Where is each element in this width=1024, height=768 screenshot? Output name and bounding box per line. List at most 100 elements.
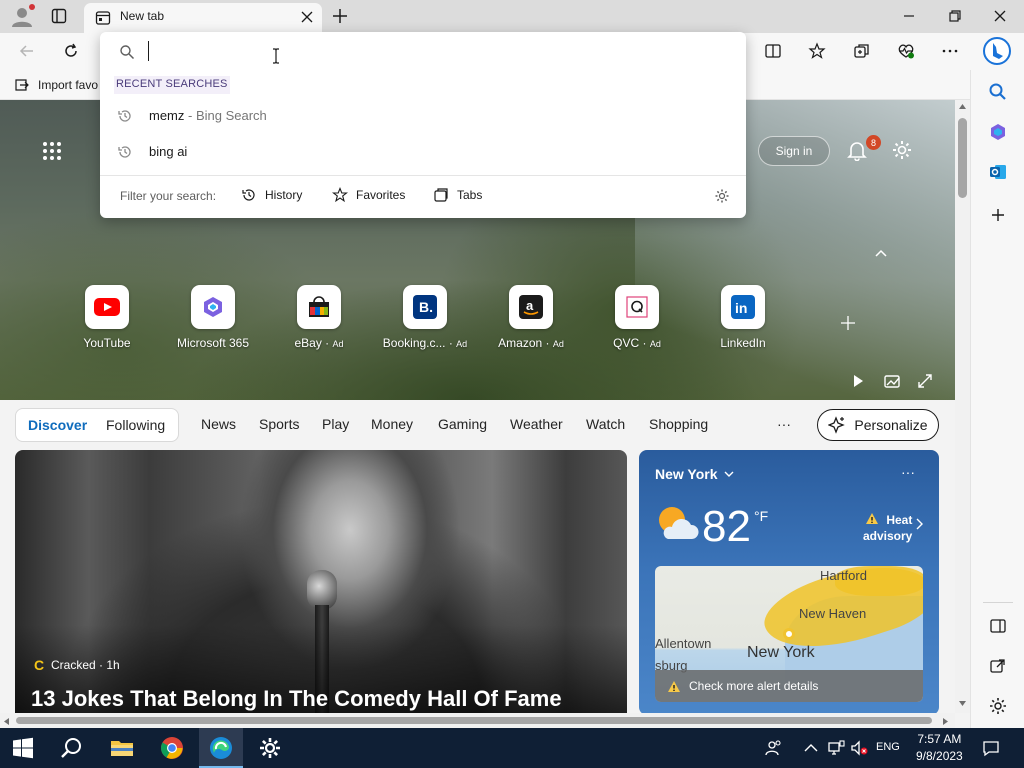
file-explorer-icon[interactable]: [110, 736, 134, 760]
page-settings-gear-icon[interactable]: [891, 139, 913, 161]
sign-in-button[interactable]: Sign in: [758, 136, 830, 166]
collections-icon[interactable]: [853, 42, 871, 60]
weather-alert-map[interactable]: Hartford New Haven Allentown sburg New Y…: [655, 566, 923, 702]
quick-link-qvc[interactable]: QVC · Ad: [584, 285, 690, 350]
tab-discover[interactable]: Discover: [28, 417, 87, 433]
weather-card[interactable]: New York ··· 82 °F Heat advisory Hartfor…: [639, 450, 939, 713]
close-window-icon[interactable]: [991, 7, 1009, 25]
network-icon[interactable]: [827, 739, 845, 757]
scroll-down-arrow-icon[interactable]: [958, 700, 967, 707]
new-tab-page-icon: [95, 11, 111, 25]
tab-news[interactable]: News: [201, 416, 236, 432]
quick-link-microsoft-365[interactable]: Microsoft 365: [160, 285, 266, 350]
tab-shopping[interactable]: Shopping: [649, 416, 708, 432]
refresh-icon[interactable]: [62, 42, 80, 60]
vertical-scrollbar[interactable]: [955, 100, 970, 713]
scroll-up-arrow-icon[interactable]: [958, 103, 967, 110]
more-menu-icon[interactable]: [941, 42, 959, 60]
featured-article-card[interactable]: C Cracked · 1h 13 Jokes That Belong In T…: [15, 450, 627, 713]
article-headline[interactable]: 13 Jokes That Belong In The Comedy Hall …: [31, 686, 562, 712]
outlook-icon[interactable]: [988, 162, 1008, 182]
address-bar-input[interactable]: [148, 40, 708, 62]
microsoft-365-icon[interactable]: [988, 122, 1008, 142]
minimize-icon[interactable]: [900, 7, 918, 25]
add-quick-link-icon[interactable]: [838, 313, 858, 333]
chevron-up-icon[interactable]: [802, 739, 820, 757]
chrome-icon[interactable]: [160, 736, 184, 760]
weather-unit[interactable]: °F: [754, 508, 768, 524]
map-location-marker: [783, 628, 795, 640]
notifications-bell-icon[interactable]: [846, 139, 868, 161]
personalize-button[interactable]: Personalize: [817, 409, 939, 441]
tab-gaming[interactable]: Gaming: [438, 416, 487, 432]
tab-new-tab[interactable]: New tab: [84, 3, 322, 33]
scroll-right-arrow-icon[interactable]: [942, 717, 949, 726]
split-screen-icon[interactable]: [764, 42, 782, 60]
feed-more-button[interactable]: ···: [777, 416, 791, 432]
add-sidebar-app-icon[interactable]: [988, 205, 1008, 225]
recent-searches-heading: RECENT SEARCHES: [114, 76, 230, 94]
warning-icon: [668, 680, 680, 692]
back-arrow-icon[interactable]: [18, 42, 36, 60]
qvc-tile: [615, 285, 659, 329]
booking-icon: B.: [413, 295, 437, 319]
ebay-bag-icon: [309, 296, 329, 317]
quick-link-booking[interactable]: B. Booking.c... · Ad: [372, 285, 478, 350]
settings-gear-icon[interactable]: [258, 736, 282, 760]
search-settings-gear-icon[interactable]: [714, 188, 730, 204]
weather-location[interactable]: New York: [655, 466, 734, 482]
tab-money[interactable]: Money: [371, 416, 413, 432]
apps-grid-icon[interactable]: [42, 141, 62, 161]
quick-link-amazon[interactable]: a Amazon · Ad: [478, 285, 584, 350]
bing-copilot-icon[interactable]: [982, 36, 1012, 66]
tab-weather[interactable]: Weather: [510, 416, 563, 432]
tab-actions-icon[interactable]: [51, 8, 67, 24]
windows-start-icon[interactable]: [12, 737, 34, 759]
browser-essentials-icon[interactable]: [897, 42, 915, 60]
quick-links: YouTube Microsoft 365 eBay · Ad B. Booki…: [54, 285, 814, 355]
weather-more-button[interactable]: ···: [901, 464, 915, 480]
open-external-icon[interactable]: [988, 656, 1008, 676]
tab-watch[interactable]: Watch: [586, 416, 625, 432]
alert-details-banner[interactable]: Check more alert details: [655, 670, 923, 702]
close-tab-icon[interactable]: [301, 11, 313, 23]
filter-history-button[interactable]: History: [241, 187, 302, 203]
sidebar-settings-icon[interactable]: [988, 696, 1008, 716]
play-background-icon[interactable]: [850, 373, 866, 389]
heat-advisory-link[interactable]: Heat advisory: [863, 512, 912, 544]
hide-sidebar-icon[interactable]: [988, 616, 1008, 636]
quick-link-label: YouTube: [83, 336, 131, 350]
tab-play[interactable]: Play: [322, 416, 349, 432]
expand-icon[interactable]: [917, 373, 933, 389]
collapse-chevron-icon[interactable]: [874, 248, 888, 258]
volume-muted-icon[interactable]: [850, 739, 868, 757]
favorites-icon[interactable]: [808, 42, 826, 60]
chevron-right-icon[interactable]: [915, 518, 923, 530]
action-center-icon[interactable]: [982, 739, 1000, 757]
quick-link-youtube[interactable]: YouTube: [54, 285, 160, 350]
restore-icon[interactable]: [946, 7, 964, 25]
filter-tabs-button[interactable]: Tabs: [433, 187, 482, 203]
quick-link-ebay[interactable]: eBay · Ad: [266, 285, 372, 350]
recent-search-item[interactable]: memz - Bing Search: [100, 99, 746, 133]
search-icon[interactable]: [988, 82, 1008, 102]
map-label-new-haven: New Haven: [799, 606, 867, 621]
edge-icon[interactable]: [209, 736, 233, 760]
tab-sports[interactable]: Sports: [259, 416, 299, 432]
horizontal-scroll-thumb[interactable]: [16, 717, 932, 724]
star-icon: [332, 187, 348, 203]
scroll-left-arrow-icon[interactable]: [3, 717, 10, 726]
tab-following[interactable]: Following: [106, 417, 165, 433]
system-clock[interactable]: 7:57 AM 9/8/2023: [916, 731, 963, 765]
language-indicator[interactable]: ENG: [876, 741, 900, 753]
filter-favorites-button[interactable]: Favorites: [332, 187, 405, 203]
new-tab-plus-icon[interactable]: [330, 6, 350, 26]
quick-link-linkedin[interactable]: in LinkedIn: [690, 285, 796, 350]
horizontal-scrollbar[interactable]: [0, 713, 955, 728]
recent-search-item[interactable]: bing ai: [100, 135, 746, 169]
image-info-icon[interactable]: [884, 373, 900, 389]
vertical-scroll-thumb[interactable]: [958, 118, 967, 198]
taskbar-search-icon[interactable]: [60, 736, 84, 760]
people-icon[interactable]: [765, 739, 783, 757]
import-favorites-link[interactable]: Import favo: [14, 76, 98, 94]
